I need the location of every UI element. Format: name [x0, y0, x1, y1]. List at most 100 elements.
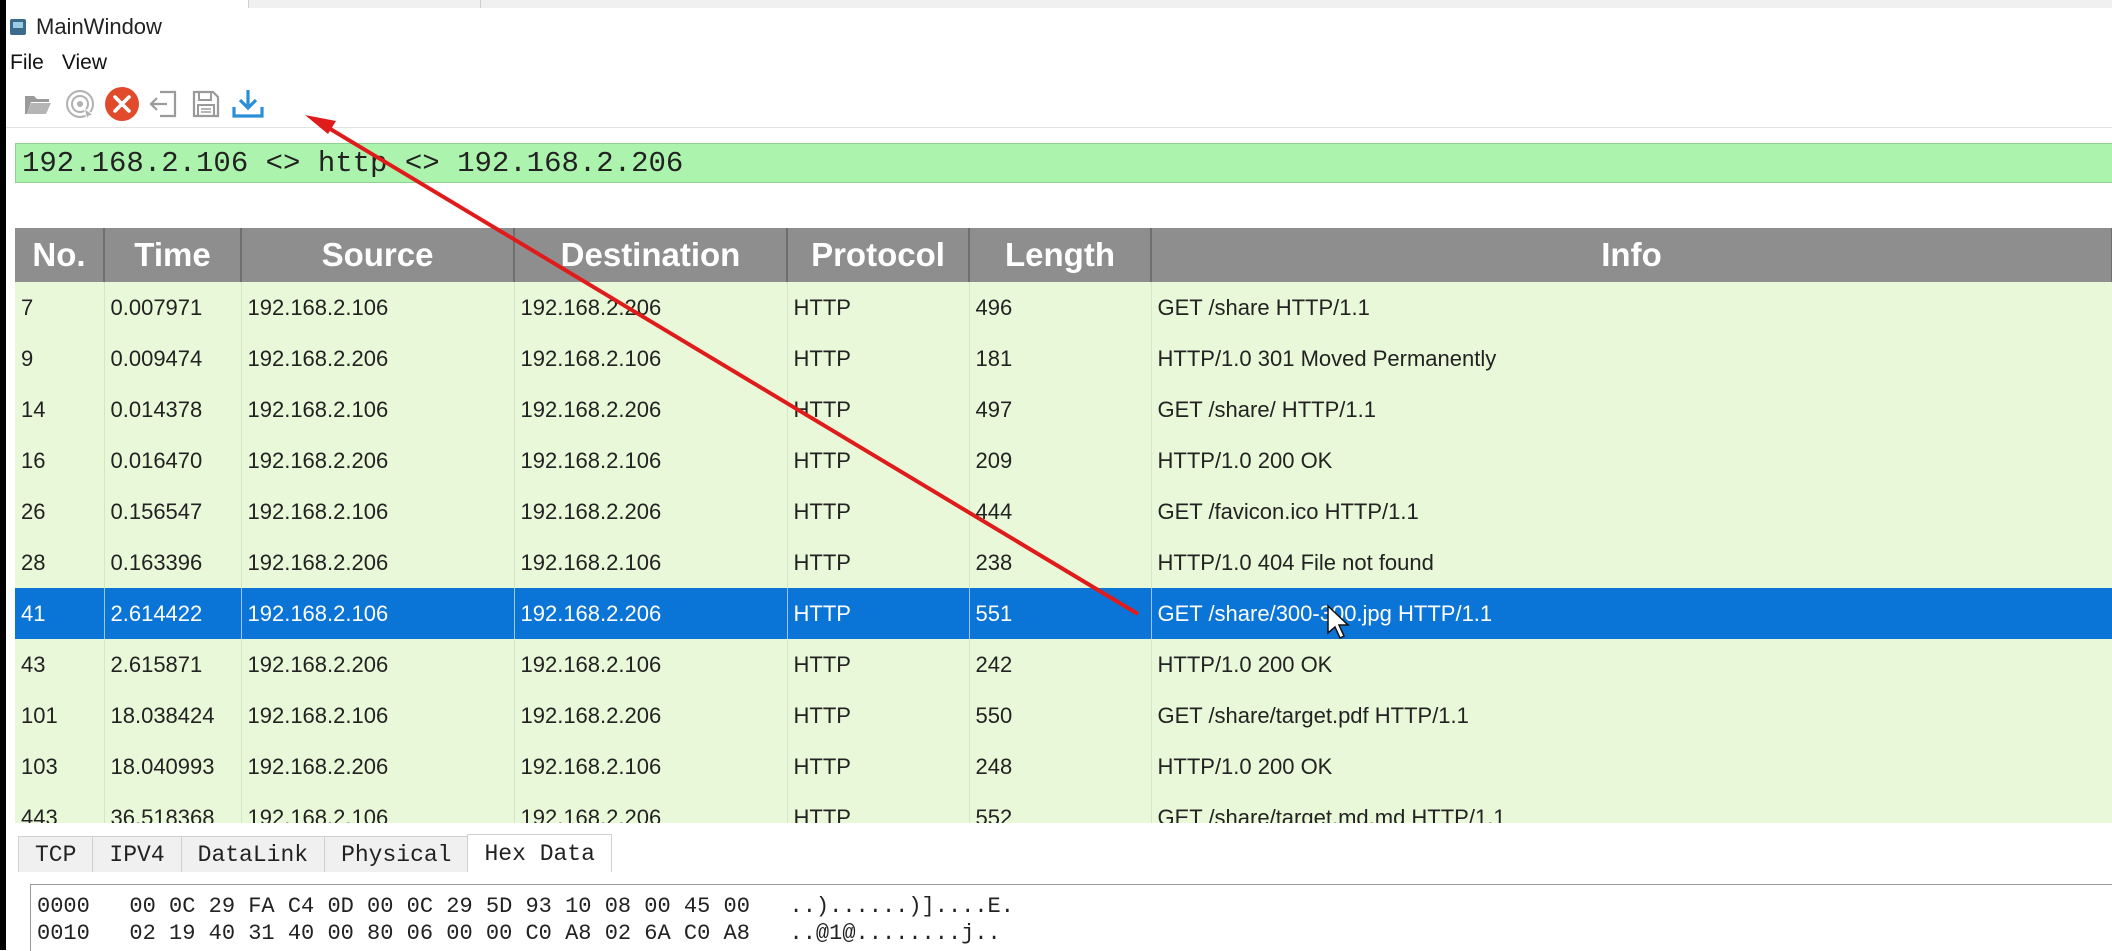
- table-row[interactable]: 7 0.007971 192.168.2.106 192.168.2.206 H…: [15, 282, 2112, 333]
- cell-length: 248: [969, 741, 1152, 792]
- table-row[interactable]: 28 0.163396 192.168.2.206 192.168.2.106 …: [15, 537, 2112, 588]
- cell-destination: 192.168.2.106: [514, 639, 788, 690]
- hex-line: 0010 02 19 40 31 40 00 80 06 00 00 C0 A8…: [37, 921, 1001, 946]
- save-icon[interactable]: [188, 86, 224, 122]
- cell-source: 192.168.2.106: [241, 282, 515, 333]
- cell-info: HTTP/1.0 200 OK: [1151, 741, 2112, 792]
- cell-info: HTTP/1.0 200 OK: [1151, 435, 2112, 486]
- menu-bar: File View: [10, 48, 125, 78]
- cell-info: HTTP/1.0 200 OK: [1151, 639, 2112, 690]
- cell-time: 18.038424: [104, 690, 242, 741]
- table-row[interactable]: 14 0.014378 192.168.2.106 192.168.2.206 …: [15, 384, 2112, 435]
- cell-source: 192.168.2.206: [241, 741, 515, 792]
- cell-protocol: HTTP: [787, 588, 970, 639]
- col-header-time[interactable]: Time: [104, 228, 242, 282]
- cell-destination: 192.168.2.106: [514, 333, 788, 384]
- tab-tcp[interactable]: TCP: [18, 836, 94, 872]
- table-row[interactable]: 101 18.038424 192.168.2.106 192.168.2.20…: [15, 690, 2112, 741]
- cell-source: 192.168.2.106: [241, 690, 515, 741]
- filter-display[interactable]: 192.168.2.106 <> http <> 192.168.2.206: [15, 143, 2112, 183]
- cell-source: 192.168.2.206: [241, 639, 515, 690]
- table-row[interactable]: 43 2.615871 192.168.2.206 192.168.2.106 …: [15, 639, 2112, 690]
- capture-start-icon[interactable]: [62, 86, 98, 122]
- tab-physical[interactable]: Physical: [324, 836, 469, 872]
- cell-destination: 192.168.2.206: [514, 486, 788, 537]
- cell-source: 192.168.2.106: [241, 384, 515, 435]
- cell-length: 551: [969, 588, 1152, 639]
- cell-no: 28: [15, 537, 105, 588]
- cell-protocol: HTTP: [787, 792, 970, 823]
- cell-no: 41: [15, 588, 105, 639]
- cell-source: 192.168.2.206: [241, 435, 515, 486]
- hex-data-panel[interactable]: 0000 00 0C 29 FA C4 0D 00 0C 29 5D 93 10…: [30, 884, 2112, 951]
- cell-info: GET /share/target.md.md HTTP/1.1: [1151, 792, 2112, 823]
- app-icon: [8, 16, 28, 38]
- download-icon[interactable]: [230, 86, 266, 122]
- cell-info: GET /share HTTP/1.1: [1151, 282, 2112, 333]
- logout-icon[interactable]: [146, 86, 182, 122]
- cell-source: 192.168.2.206: [241, 537, 515, 588]
- cell-length: 238: [969, 537, 1152, 588]
- detail-tabs: TCP IPV4 DataLink Physical Hex Data: [18, 834, 612, 872]
- table-row[interactable]: 9 0.009474 192.168.2.206 192.168.2.106 H…: [15, 333, 2112, 384]
- hex-line: 0000 00 0C 29 FA C4 0D 00 0C 29 5D 93 10…: [37, 894, 1014, 919]
- table-row[interactable]: 103 18.040993 192.168.2.206 192.168.2.10…: [15, 741, 2112, 792]
- cell-no: 26: [15, 486, 105, 537]
- cell-no: 101: [15, 690, 105, 741]
- cell-length: 444: [969, 486, 1152, 537]
- col-header-length[interactable]: Length: [969, 228, 1152, 282]
- tab-datalink[interactable]: DataLink: [180, 836, 326, 872]
- cell-protocol: HTTP: [787, 282, 970, 333]
- open-folder-icon[interactable]: [20, 86, 56, 122]
- cell-time: 18.040993: [104, 741, 242, 792]
- cell-source: 192.168.2.106: [241, 792, 515, 823]
- col-header-destination[interactable]: Destination: [514, 228, 788, 282]
- menu-view[interactable]: View: [62, 51, 107, 75]
- col-header-source[interactable]: Source: [241, 228, 515, 282]
- cell-protocol: HTTP: [787, 333, 970, 384]
- cell-time: 36.518368: [104, 792, 242, 823]
- cell-info: GET /share/ HTTP/1.1: [1151, 384, 2112, 435]
- table-row[interactable]: 26 0.156547 192.168.2.106 192.168.2.206 …: [15, 486, 2112, 537]
- table-row[interactable]: 443 36.518368 192.168.2.106 192.168.2.20…: [15, 792, 2112, 823]
- cell-protocol: HTTP: [787, 741, 970, 792]
- cell-source: 192.168.2.106: [241, 588, 515, 639]
- tab-ipv4[interactable]: IPV4: [92, 836, 182, 872]
- table-row-selected[interactable]: 41 2.614422 192.168.2.106 192.168.2.206 …: [15, 588, 2112, 639]
- cell-no: 14: [15, 384, 105, 435]
- cell-time: 0.007971: [104, 282, 242, 333]
- cell-protocol: HTTP: [787, 639, 970, 690]
- cell-destination: 192.168.2.206: [514, 588, 788, 639]
- cell-protocol: HTTP: [787, 690, 970, 741]
- cell-no: 43: [15, 639, 105, 690]
- cell-destination: 192.168.2.206: [514, 384, 788, 435]
- menu-file[interactable]: File: [10, 51, 44, 75]
- cell-destination: 192.168.2.206: [514, 282, 788, 333]
- cell-destination: 192.168.2.206: [514, 690, 788, 741]
- cell-length: 552: [969, 792, 1152, 823]
- cell-info: GET /favicon.ico HTTP/1.1: [1151, 486, 2112, 537]
- cell-length: 550: [969, 690, 1152, 741]
- cell-no: 16: [15, 435, 105, 486]
- cell-time: 0.163396: [104, 537, 242, 588]
- cell-destination: 192.168.2.106: [514, 435, 788, 486]
- cell-length: 496: [969, 282, 1152, 333]
- top-strip-divider: [480, 0, 481, 8]
- toolbar-separator: [6, 127, 2112, 128]
- cell-source: 192.168.2.206: [241, 333, 515, 384]
- cell-no: 443: [15, 792, 105, 823]
- col-header-info[interactable]: Info: [1151, 228, 2112, 282]
- table-header-row: No. Time Source Destination Protocol Len…: [15, 228, 2112, 282]
- window-left-edge: [0, 0, 6, 950]
- stop-icon[interactable]: [104, 86, 140, 122]
- cell-destination: 192.168.2.106: [514, 537, 788, 588]
- cell-info: GET /share/target.pdf HTTP/1.1: [1151, 690, 2112, 741]
- cell-length: 242: [969, 639, 1152, 690]
- tab-hex-data[interactable]: Hex Data: [467, 834, 612, 872]
- col-header-protocol[interactable]: Protocol: [787, 228, 970, 282]
- cell-info: HTTP/1.0 404 File not found: [1151, 537, 2112, 588]
- cell-length: 209: [969, 435, 1152, 486]
- col-header-no[interactable]: No.: [15, 228, 105, 282]
- packet-table: No. Time Source Destination Protocol Len…: [15, 228, 2112, 823]
- table-row[interactable]: 16 0.016470 192.168.2.206 192.168.2.106 …: [15, 435, 2112, 486]
